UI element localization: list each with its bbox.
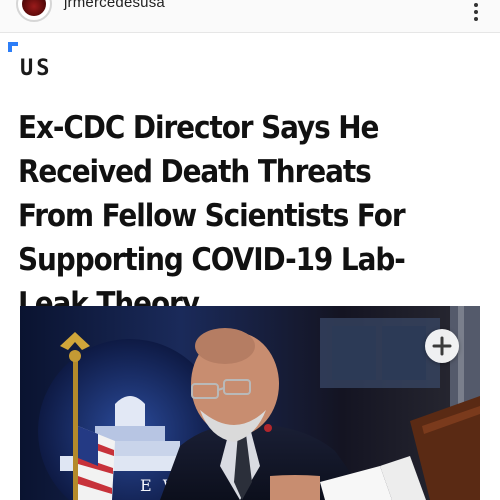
article-photo: E WHI (20, 306, 480, 500)
account-username[interactable]: jrmercedesusa (64, 0, 165, 11)
avatar-image (22, 0, 46, 16)
article-category: US (20, 56, 53, 81)
article-headline: Ex-CDC Director Says He Received Death T… (18, 110, 406, 322)
account-avatar[interactable] (16, 0, 52, 22)
corner-accent (8, 42, 18, 52)
plus-circle-icon (432, 336, 452, 356)
add-button[interactable] (425, 329, 459, 363)
post-header: jrmercedesusa (0, 0, 500, 33)
more-vertical-icon[interactable] (468, 2, 484, 22)
